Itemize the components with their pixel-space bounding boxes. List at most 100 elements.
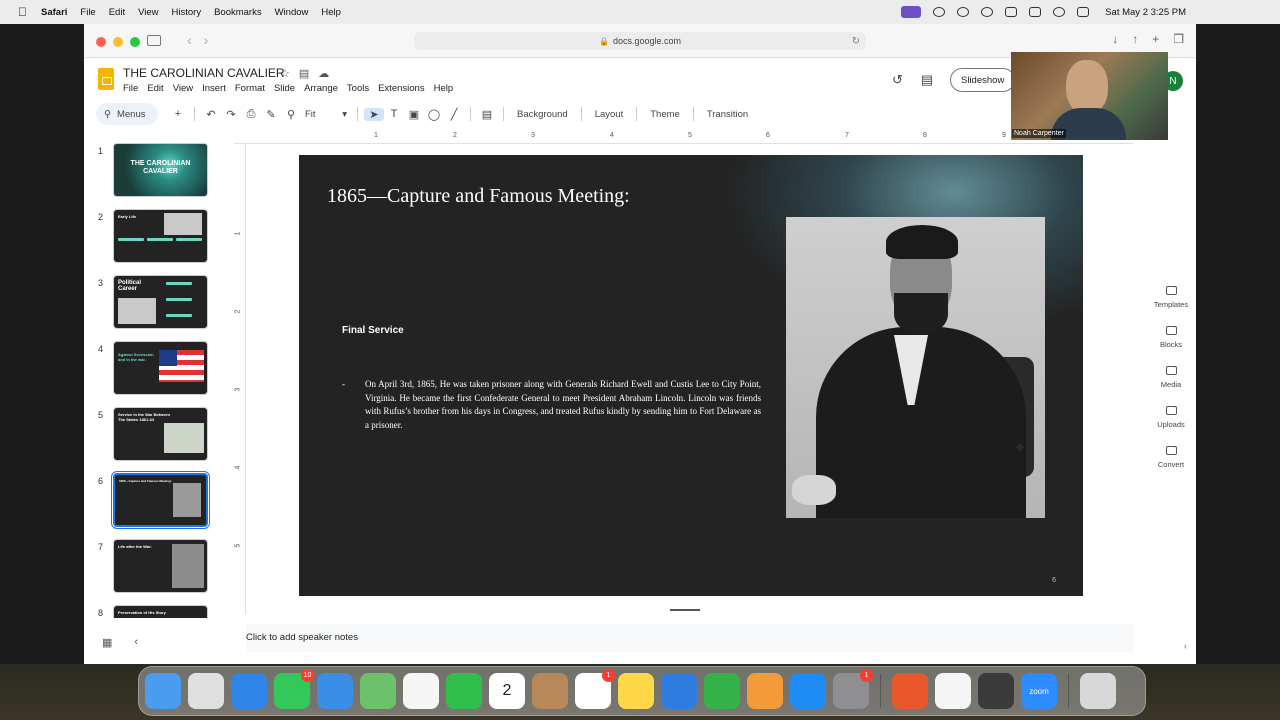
dock-safari-icon[interactable] (231, 673, 267, 709)
add-comment-icon[interactable]: ▤ (477, 108, 497, 121)
lincoln-portrait-image[interactable] (786, 217, 1045, 518)
dock-notes-icon[interactable] (618, 673, 654, 709)
address-bar[interactable]: 🔒 docs.google.com ↻ (414, 32, 866, 50)
control-center-icon[interactable] (1077, 7, 1090, 17)
menu-arrange[interactable]: Arrange (304, 83, 338, 94)
dock-photos-icon[interactable] (403, 673, 439, 709)
slide-subtitle[interactable]: Final Service (342, 325, 404, 336)
downloads-icon[interactable]: ↓ (1112, 32, 1118, 46)
paint-format-icon[interactable]: ✎ (261, 108, 281, 121)
zoom-window-button[interactable] (130, 37, 140, 47)
dock-reminders-icon[interactable]: 1 (575, 669, 615, 709)
minimize-window-button[interactable] (113, 37, 123, 47)
comments-icon[interactable]: ▤ (921, 72, 933, 88)
apple-menu-icon[interactable]:  (18, 5, 27, 19)
slide-title[interactable]: 1865—Capture and Famous Meeting: (327, 185, 630, 208)
zoom-icon[interactable]: ⚲ (281, 108, 301, 121)
sidebar-toggle-icon[interactable] (147, 35, 161, 46)
collapse-side-panel-icon[interactable]: ‹ (1184, 641, 1187, 651)
grammarly-icon[interactable] (933, 7, 946, 17)
select-cursor-icon[interactable]: ➤ (364, 107, 384, 121)
dock-contacts-icon[interactable] (532, 673, 568, 709)
menus-search-input[interactable]: ⚲ Menus (96, 103, 158, 125)
user-icon[interactable] (981, 7, 994, 17)
back-forward-icon[interactable]: ‹› (187, 32, 220, 48)
menu-format[interactable]: Format (235, 83, 265, 94)
reload-icon[interactable]: ↻ (852, 36, 860, 47)
menu-help[interactable]: Help (434, 83, 454, 94)
slide-thumbnail[interactable]: Preservation of His Story (113, 605, 208, 618)
dock-system-settings-icon[interactable]: 1 (833, 669, 873, 709)
menubar-app-name[interactable]: Safari (41, 7, 67, 18)
speaker-notes-field[interactable]: Click to add speaker notes (246, 624, 1134, 652)
close-window-button[interactable] (96, 37, 106, 47)
slide-thumbnail[interactable]: THE CAROLINIAN CAVALIER (113, 143, 208, 197)
cloud-status-icon[interactable]: ☁ (318, 67, 329, 80)
menubar-history[interactable]: History (172, 7, 202, 18)
slide-thumbnail[interactable]: Service in the War Between The States 18… (113, 407, 208, 461)
slide-thumbnail-selected[interactable]: 1865—Capture and Famous Meeting: (111, 471, 210, 529)
notes-resize-handle[interactable] (670, 609, 700, 611)
dock-firefox-icon[interactable] (892, 673, 928, 709)
new-slide-icon[interactable]: + (168, 108, 188, 120)
move-folder-icon[interactable]: ▤ (299, 67, 309, 80)
slide-thumbnail[interactable]: Early Life (113, 209, 208, 263)
media-panel-button[interactable]: Media (1146, 366, 1196, 406)
menu-insert[interactable]: Insert (202, 83, 226, 94)
filmstrip-slide-3[interactable]: 3 Political Career (84, 268, 219, 329)
slideshow-button[interactable]: Slideshow (950, 68, 1016, 92)
search-icon[interactable] (1053, 7, 1066, 17)
undo-icon[interactable]: ↶ (201, 108, 221, 121)
dock-launchpad-icon[interactable] (188, 673, 224, 709)
dock-news-icon[interactable] (935, 673, 971, 709)
menubar-window[interactable]: Window (275, 7, 309, 18)
print-icon[interactable]: ⎙ (241, 108, 261, 121)
dock-calendar-icon[interactable]: 2 (489, 673, 525, 709)
menubar-help[interactable]: Help (321, 7, 341, 18)
menu-file[interactable]: File (123, 83, 138, 94)
filmstrip-slide-8[interactable]: 8 Preservation of His Story (84, 598, 219, 618)
line-icon[interactable]: ╱ (444, 108, 464, 121)
dock-zoom-icon[interactable]: zoom (1021, 673, 1057, 709)
redo-icon[interactable]: ↷ (221, 108, 241, 121)
dock-messages-icon[interactable]: 10 (274, 669, 314, 709)
convert-panel-button[interactable]: Convert (1146, 446, 1196, 486)
slide-canvas[interactable]: 1865—Capture and Famous Meeting: Final S… (299, 155, 1083, 596)
uploads-panel-button[interactable]: Uploads (1146, 406, 1196, 446)
menu-tools[interactable]: Tools (347, 83, 369, 94)
dock-mail-icon[interactable] (317, 673, 353, 709)
battery-icon[interactable] (1005, 7, 1018, 17)
star-icon[interactable]: ☆ (280, 67, 290, 80)
filmstrip-slide-1[interactable]: 1 THE CAROLINIAN CAVALIER (84, 136, 219, 197)
dock-app-store-icon[interactable] (790, 673, 826, 709)
google-slides-logo-icon[interactable] (98, 68, 114, 90)
share-icon[interactable]: ↑ (1132, 32, 1138, 46)
menu-edit[interactable]: Edit (147, 83, 163, 94)
dock-pages-icon[interactable] (747, 673, 783, 709)
screen-share-icon[interactable] (901, 6, 922, 18)
menu-slide[interactable]: Slide (274, 83, 295, 94)
filmstrip-slide-5[interactable]: 5 Service in the War Between The States … (84, 400, 219, 461)
menubar-file[interactable]: File (80, 7, 95, 18)
blocks-panel-button[interactable]: Blocks (1146, 326, 1196, 366)
collapse-filmstrip-icon[interactable]: ‹ (134, 636, 138, 649)
dock-trash-icon[interactable] (1080, 673, 1116, 709)
wifi-icon[interactable] (1029, 7, 1042, 17)
layout-button[interactable]: Layout (595, 109, 624, 120)
filmstrip-slide-4[interactable]: 4 Against Secession and in the war. (84, 334, 219, 395)
background-button[interactable]: Background (517, 109, 568, 120)
transition-button[interactable]: Transition (707, 109, 748, 120)
shape-icon[interactable]: ◯ (424, 108, 444, 121)
slide-body-text[interactable]: On April 3rd, 1865, He was taken prisone… (365, 378, 761, 432)
menubar-clock[interactable]: Sat May 2 3:25 PM (1105, 7, 1186, 18)
text-box-icon[interactable]: T (384, 108, 404, 120)
menu-view[interactable]: View (173, 83, 193, 94)
filmstrip-slide-2[interactable]: 2 Early Life (84, 202, 219, 263)
grid-view-icon[interactable]: ▦ (102, 636, 112, 649)
dock-maps-icon[interactable] (360, 673, 396, 709)
slide-thumbnail[interactable]: Life after the War: (113, 539, 208, 593)
dock-facetime-icon[interactable] (446, 673, 482, 709)
document-title[interactable]: THE CAROLINIAN CAVALIER (123, 66, 285, 80)
dock-finder-icon[interactable] (145, 673, 181, 709)
dock-keynote-icon[interactable] (661, 673, 697, 709)
